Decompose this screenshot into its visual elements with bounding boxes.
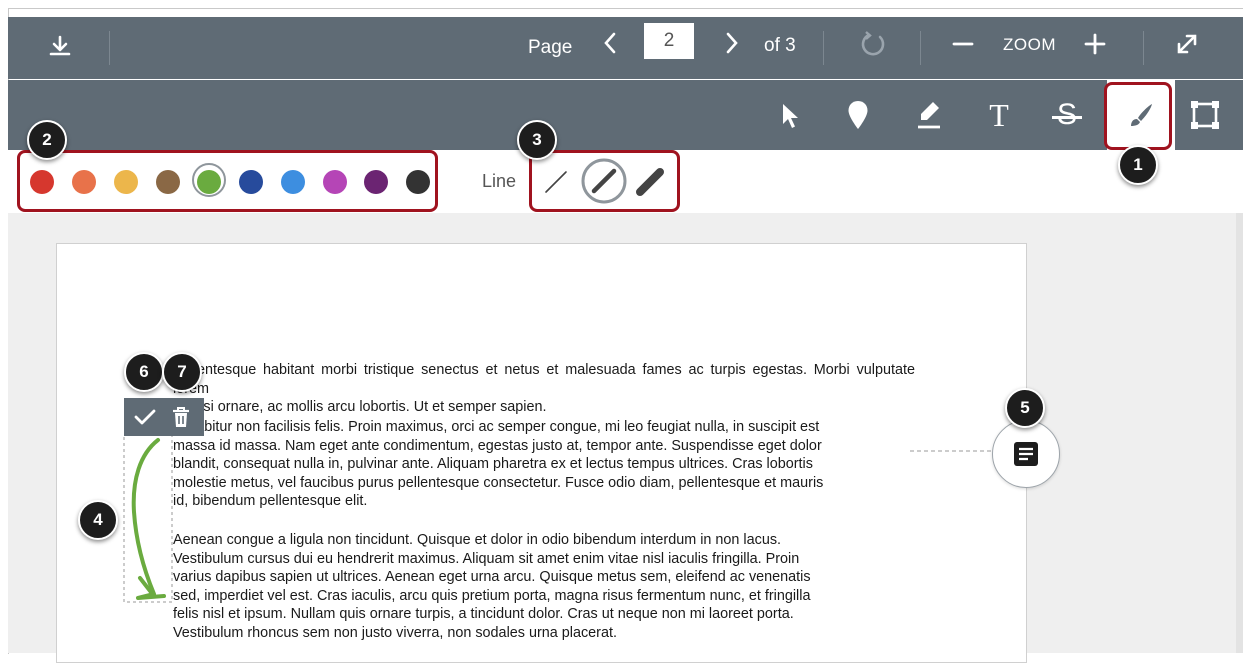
text-line: molestie metus, vel faucibus purus pelle…: [173, 474, 824, 491]
text-line: blandit, consequat nulla in, pulvinar an…: [173, 456, 813, 473]
paragraph-2: Curabitur non facilisis felis. Proin max…: [173, 418, 915, 511]
text-line: felis nisl et ipsum. Nullam quis ornare …: [173, 606, 794, 623]
expand-icon[interactable]: [1170, 27, 1204, 61]
callout-badge-4: 4: [78, 500, 118, 540]
callout-badge-5: 5: [1005, 388, 1045, 428]
header-toolbar: Page of 3 ZOOM: [8, 17, 1243, 79]
annotation-toolbar: T S: [8, 80, 1243, 150]
paragraph-3: Aenean congue a ligula non tincidunt. Qu…: [173, 531, 915, 643]
text-line: Aenean congue a ligula non tincidunt. Qu…: [173, 532, 782, 548]
chevron-left-icon[interactable]: [596, 29, 624, 57]
text-line: sed, imperdiet vel est. Cras iaculis, ar…: [173, 587, 811, 604]
callout-badge-2: 2: [27, 120, 67, 160]
comment-connector: [910, 450, 994, 452]
check-icon[interactable]: [130, 402, 160, 432]
zoom-in-icon[interactable]: [1080, 29, 1110, 59]
zoom-label: ZOOM: [1003, 35, 1056, 54]
text-line: Vestibulum cursus dui eu hendrerit maxim…: [173, 550, 800, 567]
callout-box-colors: [17, 150, 438, 212]
page-label: Page: [528, 37, 573, 58]
zoom-out-icon[interactable]: [948, 29, 978, 59]
cursor-icon[interactable]: [773, 98, 807, 134]
download-icon[interactable]: [42, 29, 78, 65]
annotation-actions: [124, 398, 204, 436]
strike-tool-glyph: S: [1056, 98, 1077, 131]
comment-button[interactable]: [992, 420, 1060, 488]
chevron-right-icon[interactable]: [718, 29, 746, 57]
text-line: varius dapibus sapien ut ultrices. Aenea…: [173, 569, 811, 586]
page-count-label: of 3: [764, 35, 796, 56]
callout-badge-7: 7: [162, 352, 202, 392]
comment-icon: [1014, 442, 1038, 466]
text-line: id, bibendum pellentesque elit.: [173, 493, 368, 510]
rotate-icon[interactable]: [856, 27, 890, 61]
text-line: Vestibulum rhoncus sem non justo viverra…: [173, 624, 617, 641]
freehand-drawing[interactable]: [120, 430, 180, 610]
page-number-input[interactable]: [644, 23, 694, 59]
callout-badge-1: 1: [1118, 145, 1158, 185]
strikethrough-icon[interactable]: S: [1050, 95, 1084, 135]
map-pin-icon[interactable]: [841, 96, 875, 134]
trash-icon[interactable]: [166, 402, 196, 432]
callout-badge-6: 6: [124, 352, 164, 392]
highlighter-icon[interactable]: [911, 96, 947, 134]
text-icon[interactable]: T: [982, 95, 1016, 135]
callout-box-brush: [1104, 82, 1172, 150]
callout-badge-3: 3: [517, 120, 557, 160]
area-box-icon[interactable]: [1186, 96, 1224, 134]
line-label: Line: [482, 171, 517, 191]
text-line: ac nisi ornare, ac mollis arcu lobortis.…: [173, 399, 547, 416]
callout-box-line: [529, 150, 680, 212]
scrollbar[interactable]: [1236, 213, 1243, 653]
text-line: Curabitur non facilisis felis. Proin max…: [173, 419, 820, 435]
text-line: Pellentesque habitant morbi tristique se…: [173, 362, 915, 397]
text-line: massa id massa. Nam eget ante condimentu…: [173, 437, 822, 454]
text-tool-glyph: T: [989, 96, 1009, 133]
paragraph-1: Pellentesque habitant morbi tristique se…: [173, 361, 915, 417]
